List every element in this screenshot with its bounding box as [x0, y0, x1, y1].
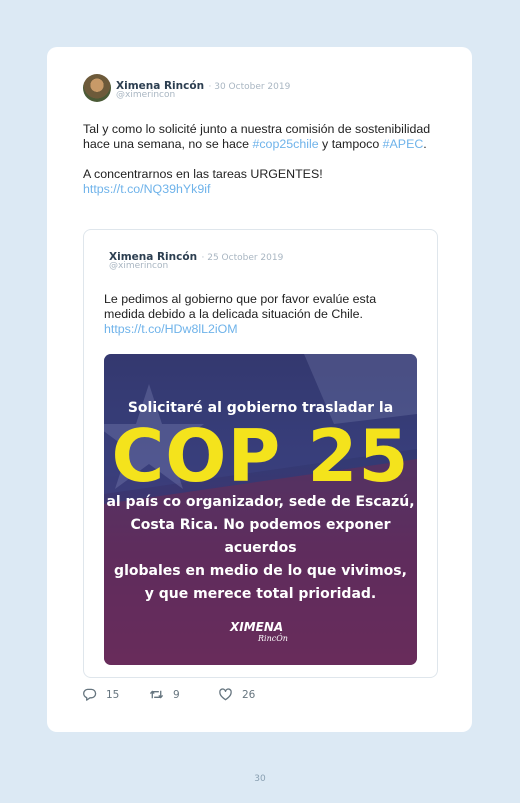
promo-line: al país co organizador, sede de Escazú,: [106, 494, 415, 510]
promo-line: y que merece total prioridad.: [144, 586, 377, 602]
tweet-text-part: y tampoco: [318, 137, 383, 151]
tweet-text: Tal y como lo solicité junto a nuestra c…: [83, 122, 443, 197]
promo-logo-bottom: RincÓn: [258, 634, 288, 643]
tweet-card: Ximena Rincón · 30 October 2019 @ximerin…: [47, 47, 472, 732]
retweet-count: 9: [173, 688, 180, 701]
retweet-icon: [149, 690, 164, 699]
like-count: 26: [242, 688, 256, 701]
reply-action[interactable]: 15: [82, 687, 119, 702]
quoted-date[interactable]: · 25 October 2019: [202, 253, 284, 263]
tweet-text-line: A concentrarnos en las tareas URGENTES!: [83, 167, 323, 181]
promo-logo-top: XIMENA: [230, 620, 284, 634]
quoted-text-body: Le pedimos al gobierno que por favor eva…: [104, 292, 377, 321]
quoted-link[interactable]: https://t.co/HDw8lL2iOM: [104, 322, 414, 337]
hashtag-link[interactable]: #cop25chile: [252, 137, 318, 151]
quoted-text: Le pedimos al gobierno que por favor eva…: [104, 292, 414, 337]
reply-icon: [83, 688, 97, 701]
promo-line: Costa Rica. No podemos exponer acuerdos: [130, 517, 391, 556]
hashtag-link[interactable]: #APEC: [383, 137, 424, 151]
page-number: 30: [254, 774, 266, 784]
promo-line: globales en medio de lo que vivimos,: [114, 563, 407, 579]
like-action[interactable]: 26: [218, 687, 255, 702]
tweet-date[interactable]: · 30 October 2019: [209, 82, 291, 92]
quoted-tweet[interactable]: Ximena Rincón · 25 October 2019 @ximerin…: [83, 229, 438, 678]
heart-icon: [219, 688, 232, 701]
author-avatar[interactable]: [83, 74, 111, 102]
tweet-text-part: .: [423, 137, 427, 151]
tweet-link[interactable]: https://t.co/NQ39hYk9if: [83, 182, 443, 197]
retweet-action[interactable]: 9: [149, 687, 180, 702]
promo-body: al país co organizador, sede de Escazú, …: [104, 491, 417, 606]
promo-image[interactable]: Solicitaré al gobierno trasladar la COP …: [104, 354, 417, 665]
reply-count: 15: [106, 688, 120, 701]
promo-headline: COP 25: [111, 414, 410, 498]
author-handle[interactable]: @ximerincon: [116, 90, 175, 100]
quoted-handle[interactable]: @ximerincon: [109, 261, 168, 271]
